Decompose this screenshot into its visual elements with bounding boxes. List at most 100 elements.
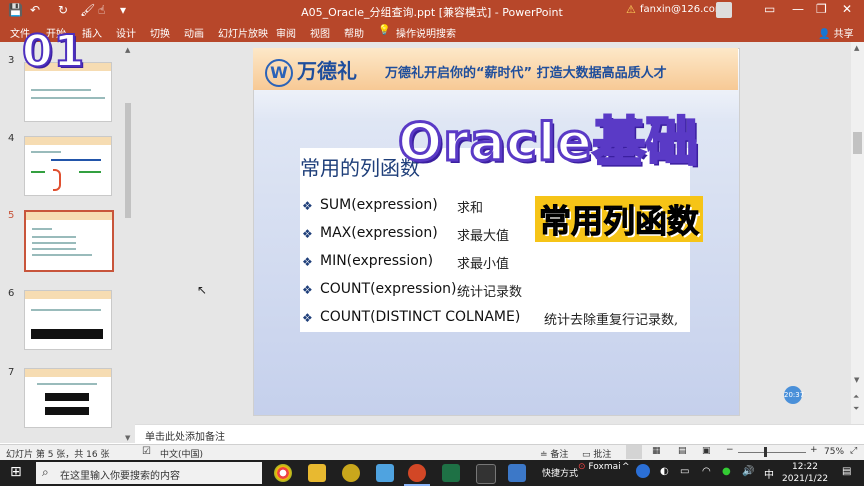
thumb-line — [32, 248, 76, 250]
scroll-down-icon[interactable]: ▼ — [854, 376, 859, 384]
tab-design[interactable]: 设计 — [116, 25, 136, 40]
tray-icon[interactable]: ◐ — [660, 466, 669, 477]
clock-time[interactable]: 12:22 — [792, 462, 818, 472]
excel-icon[interactable] — [442, 464, 460, 482]
language-indicator[interactable]: 中文(中国) — [160, 447, 203, 460]
scrollbar-thumb[interactable] — [125, 103, 131, 218]
diamond-bullet-icon: ❖ — [302, 255, 313, 269]
warning-icon: ⚠ — [626, 3, 636, 16]
thumb-code-block — [31, 329, 103, 339]
tab-review[interactable]: 审阅 — [276, 25, 296, 40]
avatar[interactable] — [716, 2, 732, 18]
ime-indicator[interactable]: 中 — [764, 466, 774, 481]
comments-button[interactable]: ▭ 批注 — [582, 447, 611, 460]
thumb-code-block — [45, 407, 89, 415]
slide-thumbnail-4[interactable] — [24, 136, 112, 196]
terminal-icon[interactable] — [476, 464, 496, 484]
episode-badge: 01 — [21, 25, 86, 78]
scrollbar-thumb[interactable] — [853, 132, 862, 154]
reading-view-icon[interactable]: ▤ — [678, 446, 687, 456]
function-name: MIN(expression) — [320, 253, 434, 269]
document-title: A05_Oracle_分组查询.ppt [兼容模式] - PowerPoint — [301, 6, 563, 19]
close-button[interactable]: ✕ — [842, 2, 852, 16]
logo-w-icon: W — [265, 59, 293, 87]
notes-pane[interactable] — [135, 424, 864, 445]
next-slide-icon[interactable]: ⏷ — [853, 404, 859, 414]
logo-text: 万德礼 — [297, 59, 357, 83]
windows-start-icon[interactable]: ⊞ — [10, 464, 22, 480]
thumb-header — [25, 291, 111, 299]
thumb-line — [31, 97, 105, 99]
tray-chevron-icon[interactable]: ^ — [622, 462, 630, 472]
foxmail-item[interactable]: ⊙ Foxmai — [578, 462, 621, 472]
thumb-line — [31, 151, 61, 153]
fit-slide-icon[interactable]: ⤢ — [850, 446, 857, 456]
thumb-header — [26, 212, 112, 220]
clock-badge: 20:37 — [784, 386, 804, 404]
notifications-icon[interactable]: ▤ — [842, 466, 851, 477]
chrome-icon[interactable] — [274, 464, 292, 482]
search-placeholder: 在这里输入你要搜索的内容 — [60, 471, 180, 482]
zoom-out-icon[interactable]: − — [726, 445, 734, 455]
tab-slideshow[interactable]: 幻灯片放映 — [218, 25, 268, 40]
search-icon: ⌕ — [42, 465, 49, 479]
slide-slogan: 万德礼开启你的“薪时代” 打造大数据高品质人才 — [385, 66, 667, 81]
zoom-level[interactable]: 75% — [824, 447, 844, 457]
diamond-bullet-icon: ❖ — [302, 199, 313, 213]
thumb-line — [32, 254, 92, 256]
thumb-line — [31, 89, 91, 91]
thumb-header — [25, 369, 111, 377]
notes-placeholder[interactable]: 单击此处添加备注 — [145, 428, 225, 443]
thumb-number-7: 7 — [8, 367, 15, 378]
scroll-down-icon[interactable]: ▼ — [125, 434, 130, 442]
spellcheck-icon[interactable]: ☑ — [142, 446, 151, 457]
zoom-in-icon[interactable]: + — [810, 445, 818, 455]
tab-help[interactable]: 帮助 — [344, 25, 364, 40]
function-desc: 统计记录数 — [457, 285, 523, 300]
slide-sorter-icon[interactable]: ▦ — [652, 446, 661, 456]
thumbnail-scrollbar[interactable] — [123, 48, 133, 443]
ribbon-display-icon[interactable]: ▭ — [764, 2, 775, 16]
slide-thumbnail-7[interactable] — [24, 368, 112, 428]
scroll-up-icon[interactable]: ▲ — [125, 46, 130, 54]
thumb-number-3: 3 — [8, 55, 15, 66]
battery-icon[interactable]: ▭ — [680, 466, 689, 477]
notes-button[interactable]: ≐ 备注 — [540, 447, 568, 460]
app-icon[interactable] — [342, 464, 360, 482]
minimize-button[interactable]: — — [792, 2, 804, 16]
tab-view[interactable]: 视图 — [310, 25, 330, 40]
tab-transitions[interactable]: 切换 — [150, 25, 170, 40]
shortcut-label[interactable]: 快捷方式 — [542, 466, 578, 479]
restore-button[interactable]: ❐ — [816, 2, 827, 16]
thumb-line — [32, 236, 76, 238]
wechat-icon[interactable]: ● — [722, 466, 731, 477]
tell-me-search[interactable]: 操作说明搜索 — [396, 25, 456, 40]
normal-view-icon[interactable] — [626, 445, 642, 459]
tab-animations[interactable]: 动画 — [184, 25, 204, 40]
tray-app-icon[interactable] — [636, 464, 650, 478]
account-email[interactable]: fanxin@126.com — [640, 4, 725, 15]
share-label: 共享 — [833, 29, 854, 40]
slide-thumbnail-6[interactable] — [24, 290, 112, 350]
function-desc: 统计去除重复行记录数, — [544, 313, 679, 328]
remote-desktop-icon[interactable] — [508, 464, 526, 482]
scroll-up-icon[interactable]: ▲ — [854, 44, 859, 52]
previous-slide-icon[interactable]: ⏶ — [853, 392, 859, 402]
notepad-icon[interactable] — [376, 464, 394, 482]
function-desc: 求和 — [457, 201, 484, 216]
foxmail-icon: ⊙ — [578, 462, 586, 472]
slide-thumbnail-5[interactable] — [24, 210, 114, 272]
powerpoint-icon[interactable] — [408, 464, 426, 482]
slideshow-icon[interactable]: ▣ — [702, 446, 711, 456]
volume-icon[interactable]: 🔊 — [742, 466, 754, 477]
diamond-bullet-icon: ❖ — [302, 311, 313, 325]
file-explorer-icon[interactable] — [308, 464, 326, 482]
zoom-slider-handle[interactable] — [764, 447, 767, 457]
wifi-icon[interactable]: ◠ — [702, 466, 711, 477]
taskbar-search[interactable]: ⌕ 在这里输入你要搜索的内容 — [36, 462, 262, 484]
zoom-slider[interactable] — [738, 452, 806, 453]
clock-date[interactable]: 2021/1/22 — [782, 474, 828, 484]
mouse-cursor-icon: ↖ — [197, 283, 208, 297]
share-button[interactable]: 👤 共享 — [818, 25, 854, 40]
thumb-line — [51, 159, 101, 161]
